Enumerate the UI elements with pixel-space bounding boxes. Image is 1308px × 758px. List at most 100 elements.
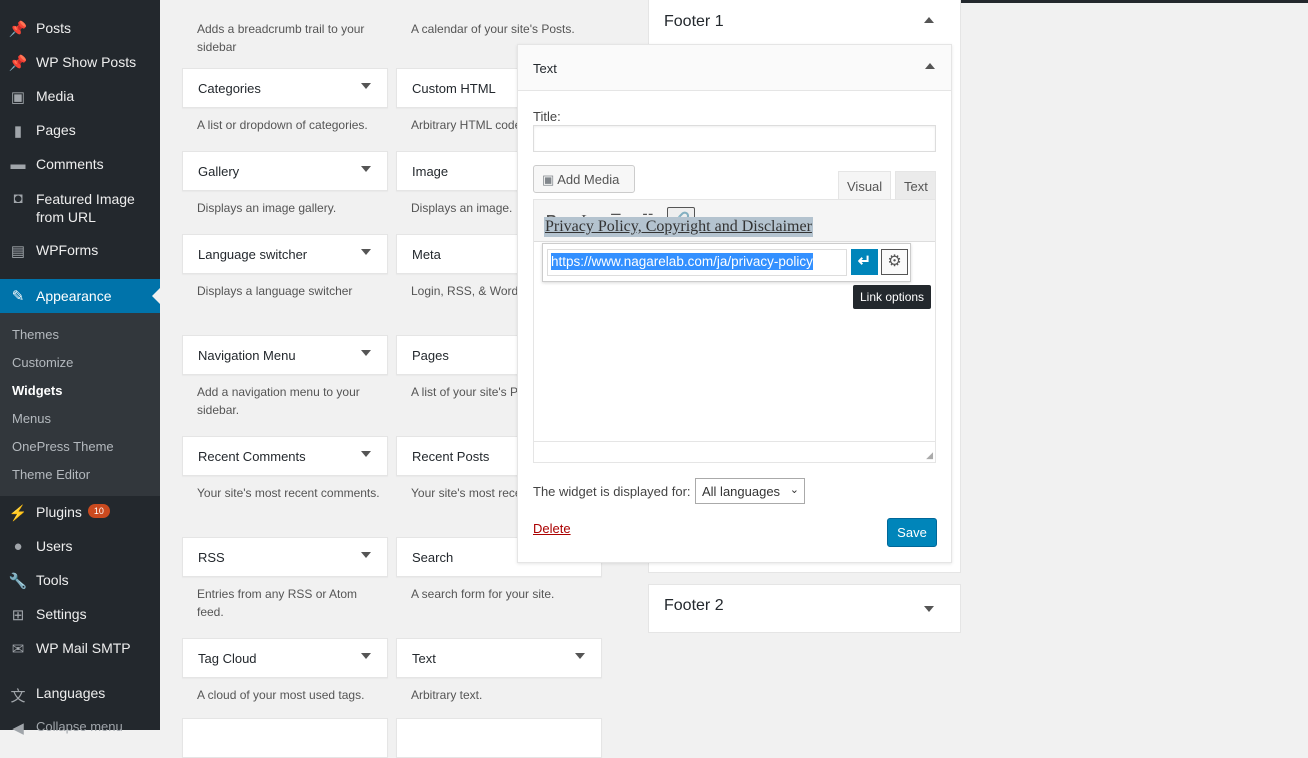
- widget-title: Categories: [198, 81, 261, 96]
- link-options-tooltip: Link options: [853, 285, 932, 309]
- chevron-down-icon[interactable]: [361, 653, 371, 659]
- widget-title: Pages: [412, 348, 449, 363]
- widget-title: Recent Posts: [412, 449, 490, 464]
- widget-recent-comments[interactable]: Recent Comments: [182, 436, 388, 476]
- user-icon: ●: [13, 538, 23, 555]
- save-button[interactable]: Save: [887, 518, 937, 547]
- widget-desc: A search form for your site.: [411, 587, 555, 601]
- widget-desc: Entries from any RSS or Atom feed.: [197, 587, 358, 619]
- link-options-button[interactable]: ⚙: [881, 249, 908, 275]
- widget-desc: Add a navigation menu to your sidebar.: [197, 385, 360, 417]
- submenu-onepress-theme[interactable]: OnePress Theme: [12, 439, 114, 454]
- collapse-arrow-icon[interactable]: [924, 17, 934, 23]
- widget-text[interactable]: Text: [396, 638, 602, 678]
- collapse-arrow-icon[interactable]: [925, 63, 935, 69]
- comment-icon: ▬: [10, 156, 26, 173]
- menu-pages[interactable]: ▮ Pages: [0, 122, 160, 140]
- menu-plugins[interactable]: ⚡ Plugins 10: [0, 504, 160, 522]
- submenu-themes[interactable]: Themes: [12, 327, 59, 342]
- chevron-down-icon[interactable]: [361, 552, 371, 558]
- tab-text[interactable]: Text: [895, 171, 936, 199]
- menu-languages[interactable]: 文 Languages: [0, 685, 160, 706]
- submenu-widgets[interactable]: Widgets: [12, 383, 62, 398]
- expand-arrow-icon[interactable]: [924, 606, 934, 612]
- widget-navigation-menu[interactable]: Navigation Menu: [182, 335, 388, 375]
- widget-gallery[interactable]: Gallery: [182, 151, 388, 191]
- brush-icon: ✎: [11, 288, 25, 305]
- widget-desc: Arbitrary text.: [411, 688, 483, 702]
- camera-icon: ◘: [13, 190, 23, 207]
- footer-2-area[interactable]: Footer 2: [648, 584, 961, 633]
- chevron-down-icon[interactable]: [575, 653, 585, 659]
- plugins-update-badge: 10: [87, 504, 110, 518]
- widget-title: Custom HTML: [412, 81, 496, 96]
- text-widget-header[interactable]: Text: [518, 45, 951, 91]
- url-input[interactable]: https://www.nagarelab.com/ja/privacy-pol…: [551, 253, 813, 270]
- widget-language-switcher[interactable]: Language switcher: [182, 234, 388, 274]
- admin-bar: [960, 0, 1308, 3]
- inline-link-toolbar: https://www.nagarelab.com/ja/privacy-pol…: [542, 243, 911, 282]
- widget-tag-cloud[interactable]: Tag Cloud: [182, 638, 388, 678]
- chevron-down-icon[interactable]: [361, 451, 371, 457]
- wrench-icon: 🔧: [8, 573, 28, 590]
- delete-link[interactable]: Delete: [533, 521, 571, 536]
- language-select[interactable]: All languages ⌄: [695, 478, 805, 504]
- chevron-down-icon[interactable]: [361, 350, 371, 356]
- title-label: Title:: [533, 109, 561, 124]
- enter-icon: ↵: [857, 253, 872, 270]
- widget-title: Search: [412, 550, 454, 565]
- widget-desc: Your site's most recent comments.: [197, 486, 380, 500]
- gear-icon: ⚙: [887, 253, 902, 270]
- chevron-down-icon[interactable]: [361, 166, 371, 172]
- pages-icon: ▮: [13, 123, 23, 140]
- widget-categories[interactable]: Categories: [182, 68, 388, 108]
- resize-handle-icon[interactable]: ◢: [926, 450, 933, 461]
- widget-desc: Displays an image gallery.: [197, 201, 337, 215]
- widget-title: Language switcher: [198, 247, 308, 262]
- pin-icon: 📌: [8, 55, 28, 72]
- widget-rss[interactable]: RSS: [182, 537, 388, 577]
- title-input[interactable]: [533, 125, 936, 152]
- widget-title: Tag Cloud: [198, 651, 257, 666]
- chevron-down-icon[interactable]: [361, 249, 371, 255]
- displayed-for-label: The widget is displayed for:: [533, 484, 691, 499]
- pin-icon: 📌: [8, 21, 28, 38]
- menu-appearance[interactable]: ✎ Appearance: [0, 279, 160, 313]
- mail-icon: ✉: [11, 641, 25, 658]
- text-widget-panel: Text Title: ▣ Add Media Visual Text B I …: [517, 44, 952, 563]
- menu-media[interactable]: ▣ Media: [0, 88, 160, 106]
- editor-statusbar: ◢: [534, 441, 935, 462]
- content-link[interactable]: Privacy Policy, Copyright and Disclaimer: [544, 217, 813, 237]
- form-icon: ▤: [10, 243, 26, 260]
- widget-desc: A cloud of your most used tags.: [197, 688, 365, 702]
- widget-title: Navigation Menu: [198, 348, 296, 363]
- submenu-customize[interactable]: Customize: [12, 355, 73, 370]
- widget-box[interactable]: [182, 718, 388, 758]
- footer-1-title: Footer 1: [664, 13, 724, 30]
- collapse-menu[interactable]: ◀ Collapse menu: [0, 719, 160, 737]
- menu-wp-show-posts[interactable]: 📌 WP Show Posts: [0, 54, 160, 72]
- plug-icon: ⚡: [8, 505, 28, 522]
- widget-box[interactable]: [396, 718, 602, 758]
- add-media-button[interactable]: ▣ Add Media: [533, 165, 635, 193]
- menu-settings[interactable]: ⊞ Settings: [0, 606, 160, 624]
- widget-desc: A calendar of your site's Posts.: [411, 22, 575, 36]
- submenu-theme-editor[interactable]: Theme Editor: [12, 467, 90, 482]
- media-icon: ▣: [10, 89, 26, 106]
- menu-wpforms[interactable]: ▤ WPForms: [0, 242, 160, 260]
- menu-comments[interactable]: ▬ Comments: [0, 156, 160, 173]
- apply-link-button[interactable]: ↵: [851, 249, 878, 275]
- chevron-down-icon: ⌄: [789, 484, 799, 496]
- translate-icon: 文: [10, 688, 26, 705]
- menu-featured-image[interactable]: ◘ Featured Image from URL: [0, 190, 160, 226]
- menu-wp-mail-smtp[interactable]: ✉ WP Mail SMTP: [0, 640, 160, 658]
- submenu-menus[interactable]: Menus: [12, 411, 51, 426]
- chevron-down-icon[interactable]: [361, 83, 371, 89]
- collapse-icon: ◀: [12, 720, 24, 737]
- menu-users[interactable]: ● Users: [0, 538, 160, 555]
- appearance-submenu: Themes Customize Widgets Menus OnePress …: [0, 313, 160, 496]
- menu-posts[interactable]: 📌 Posts: [0, 20, 160, 38]
- menu-tools[interactable]: 🔧 Tools: [0, 572, 160, 590]
- tab-visual[interactable]: Visual: [838, 171, 891, 199]
- widget-desc: Displays a language switcher: [197, 284, 353, 298]
